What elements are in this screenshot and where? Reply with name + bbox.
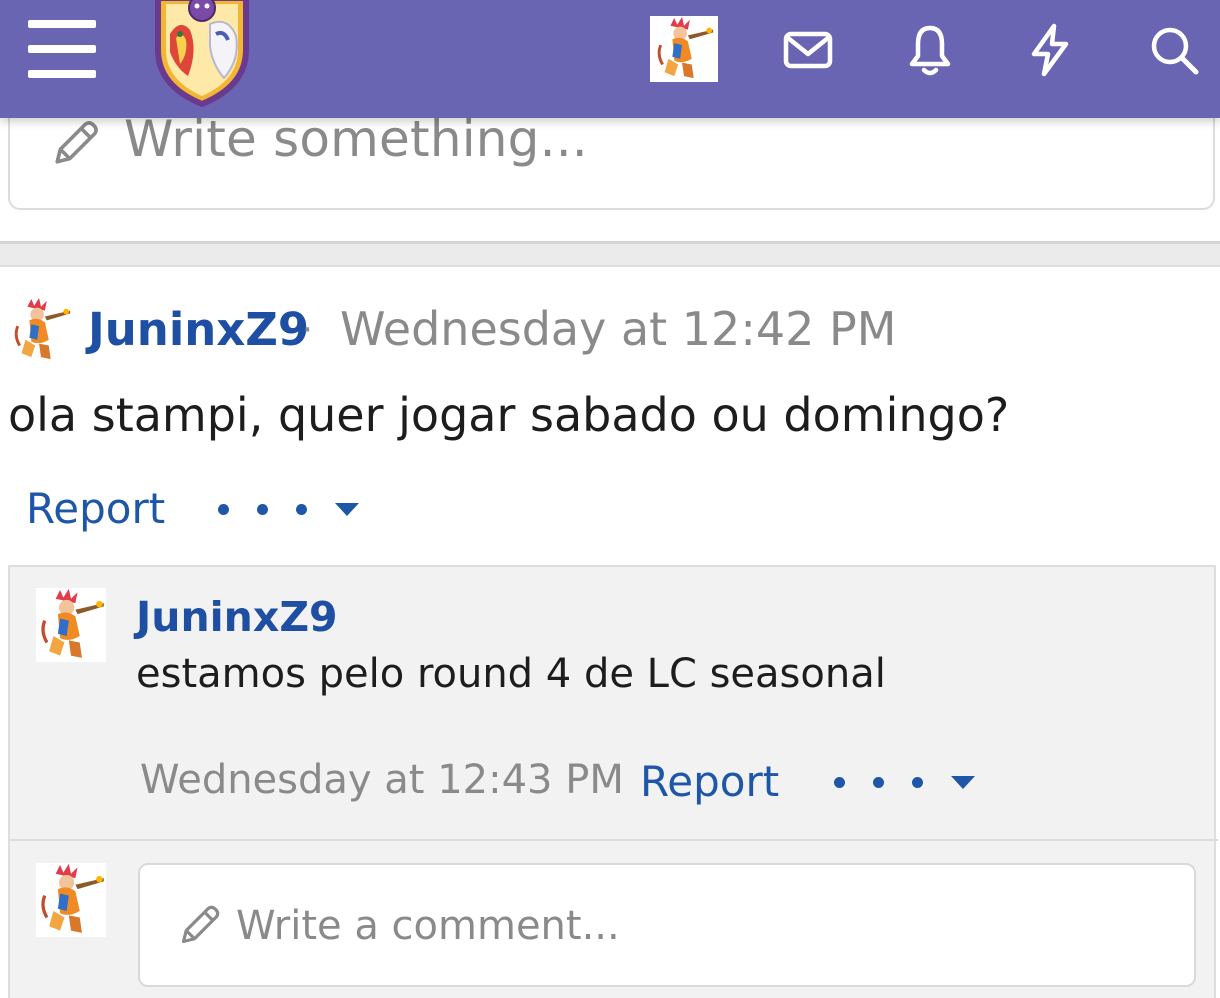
comment-author-avatar[interactable] xyxy=(36,587,106,663)
comment-placeholder: Write a comment... xyxy=(236,903,620,949)
post-author-avatar[interactable] xyxy=(10,296,72,364)
more-dot-icon xyxy=(218,503,229,515)
more-dot-icon xyxy=(873,776,884,788)
post-timestamp[interactable]: Wednesday at 12:42 PM xyxy=(340,302,896,356)
top-navigation-bar xyxy=(0,0,1220,118)
post-report-link[interactable]: Report xyxy=(26,484,165,533)
post-author-link[interactable]: JuninxZ9 xyxy=(88,303,309,356)
section-divider xyxy=(0,241,1220,267)
comment-message: estamos pelo round 4 de LC seasonal xyxy=(136,651,886,697)
lightning-icon[interactable] xyxy=(1022,22,1078,78)
comment-report-link[interactable]: Report xyxy=(640,757,779,806)
comment-author-link[interactable]: JuninxZ9 xyxy=(136,593,338,641)
comment-divider xyxy=(10,839,1218,841)
meta-separator: · xyxy=(302,310,313,350)
pencil-icon xyxy=(50,118,102,168)
mail-icon[interactable] xyxy=(780,22,836,78)
bell-icon[interactable] xyxy=(902,22,958,78)
search-icon[interactable] xyxy=(1146,22,1202,78)
post-message: ola stampi, quer jogar sabado ou domingo… xyxy=(8,388,1010,442)
more-dot-icon xyxy=(912,776,923,788)
comment-timestamp[interactable]: Wednesday at 12:43 PM xyxy=(140,757,624,803)
user-avatar[interactable] xyxy=(650,16,718,82)
more-dot-icon xyxy=(834,776,845,788)
pencil-icon xyxy=(178,903,222,947)
more-dot-icon xyxy=(296,503,307,515)
chevron-down-icon xyxy=(335,502,359,516)
current-user-avatar[interactable] xyxy=(36,861,106,939)
site-crest-logo[interactable] xyxy=(150,0,254,108)
write-comment-input[interactable]: Write a comment... xyxy=(138,863,1196,987)
profile-page: Write something... JuninxZ9 · Wednesday … xyxy=(0,0,1220,998)
chevron-down-icon xyxy=(951,775,975,789)
composer-placeholder: Write something... xyxy=(124,110,588,168)
comment-more-options-menu[interactable] xyxy=(834,767,975,797)
comments-section: JuninxZ9 estamos pelo round 4 de LC seas… xyxy=(8,565,1218,998)
post-more-options-menu[interactable] xyxy=(218,494,359,524)
more-dot-icon xyxy=(257,503,268,515)
hamburger-menu-icon[interactable] xyxy=(28,20,96,80)
